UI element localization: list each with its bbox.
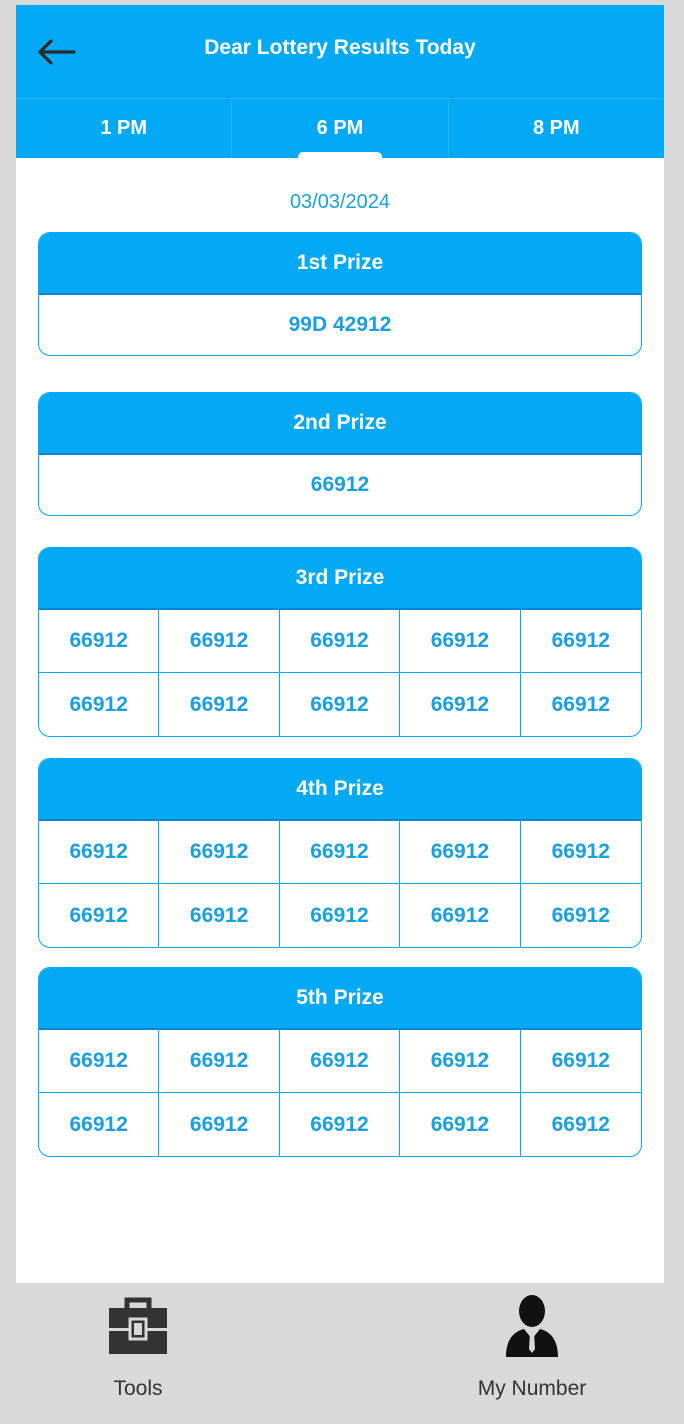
prize-title: 4th Prize bbox=[39, 759, 641, 821]
prize-number-grid: 66912 66912 66912 66912 66912 66912 6691… bbox=[39, 610, 641, 736]
prize-number: 66912 bbox=[159, 821, 280, 884]
arrow-left-icon bbox=[38, 39, 76, 65]
prize-number: 66912 bbox=[400, 821, 521, 884]
prize-title: 5th Prize bbox=[39, 968, 641, 1030]
tab-6pm[interactable]: 6 PM bbox=[232, 99, 449, 158]
prize-number: 66912 bbox=[520, 1030, 641, 1093]
tab-label: 1 PM bbox=[100, 117, 147, 139]
prize-number: 66912 bbox=[551, 1112, 610, 1136]
tab-8pm[interactable]: 8 PM bbox=[449, 99, 664, 158]
prize-number: 66912 bbox=[551, 692, 610, 716]
prize-number: 66912 bbox=[280, 1093, 401, 1156]
prize-number: 66912 bbox=[280, 673, 401, 736]
fourth-prize-card: 4th Prize 66912 66912 66912 66912 66912 … bbox=[38, 758, 642, 948]
prize-number: 66912 bbox=[159, 1093, 280, 1156]
second-prize-card: 2nd Prize 66912 bbox=[38, 392, 642, 516]
prize-number: 66912 bbox=[279, 821, 401, 884]
bottom-nav: Tools My Number bbox=[16, 1283, 664, 1407]
prize-number: 66912 bbox=[159, 1030, 280, 1093]
prize-number: 66912 bbox=[310, 473, 370, 496]
prize-number: 66912 bbox=[159, 610, 280, 673]
prize-number: 66912 bbox=[279, 1030, 401, 1093]
prize-number: 66912 bbox=[159, 673, 280, 736]
first-prize-card: 1st Prize 99D 42912 bbox=[38, 232, 642, 356]
prize-number: 66912 bbox=[400, 1030, 521, 1093]
prize-number: 66912 bbox=[400, 673, 521, 736]
prize-number: 66912 bbox=[39, 884, 160, 947]
prize-number-grid: 66912 66912 66912 66912 66912 66912 6691… bbox=[39, 1030, 641, 1156]
prize-number: 66912 bbox=[400, 1093, 521, 1156]
prize-number: 66912 bbox=[551, 903, 610, 927]
page-title: Dear Lottery Results Today bbox=[204, 35, 476, 59]
app-screen: Dear Lottery Results Today 1 PM 6 PM 8 P… bbox=[16, 5, 664, 1407]
toolbox-icon bbox=[107, 1293, 169, 1357]
tab-1pm[interactable]: 1 PM bbox=[16, 99, 233, 158]
active-tab-indicator bbox=[297, 152, 382, 158]
prize-title: 3rd Prize bbox=[39, 548, 641, 610]
tab-label: 8 PM bbox=[532, 117, 580, 139]
result-date: 03/03/2024 bbox=[289, 191, 391, 213]
prize-title: 1st Prize bbox=[39, 233, 641, 295]
nav-label: My Number bbox=[477, 1377, 587, 1400]
prize-number: 66912 bbox=[280, 884, 401, 947]
prize-number-grid: 66912 66912 66912 66912 66912 66912 6691… bbox=[39, 821, 641, 947]
time-tabs: 1 PM 6 PM 8 PM bbox=[16, 98, 664, 158]
prize-number: 66912 bbox=[520, 610, 641, 673]
fifth-prize-card: 5th Prize 66912 66912 66912 66912 66912 … bbox=[38, 967, 642, 1157]
prize-number: 66912 bbox=[39, 673, 160, 736]
prize-number: 66912 bbox=[39, 1093, 160, 1156]
prize-title: 2nd Prize bbox=[39, 393, 641, 455]
nav-label: Tools bbox=[113, 1377, 163, 1400]
prize-number: 66912 bbox=[520, 821, 641, 884]
prize-number: 66912 bbox=[39, 610, 160, 673]
prize-number: 66912 bbox=[400, 884, 521, 947]
nav-tools[interactable]: Tools bbox=[78, 1283, 198, 1407]
prize-number: 99D 42912 bbox=[288, 313, 392, 336]
prize-number: 66912 bbox=[159, 884, 280, 947]
nav-my-number[interactable]: My Number bbox=[462, 1283, 602, 1407]
prize-number: 66912 bbox=[39, 1030, 160, 1093]
app-header: Dear Lottery Results Today bbox=[16, 5, 664, 98]
back-button[interactable] bbox=[34, 32, 78, 72]
tab-label: 6 PM bbox=[316, 117, 364, 139]
third-prize-card: 3rd Prize 66912 66912 66912 66912 66912 … bbox=[38, 547, 642, 737]
user-icon bbox=[504, 1293, 560, 1357]
prize-number: 66912 bbox=[39, 821, 160, 884]
prize-number: 66912 bbox=[400, 610, 521, 673]
prize-number: 66912 bbox=[279, 610, 401, 673]
